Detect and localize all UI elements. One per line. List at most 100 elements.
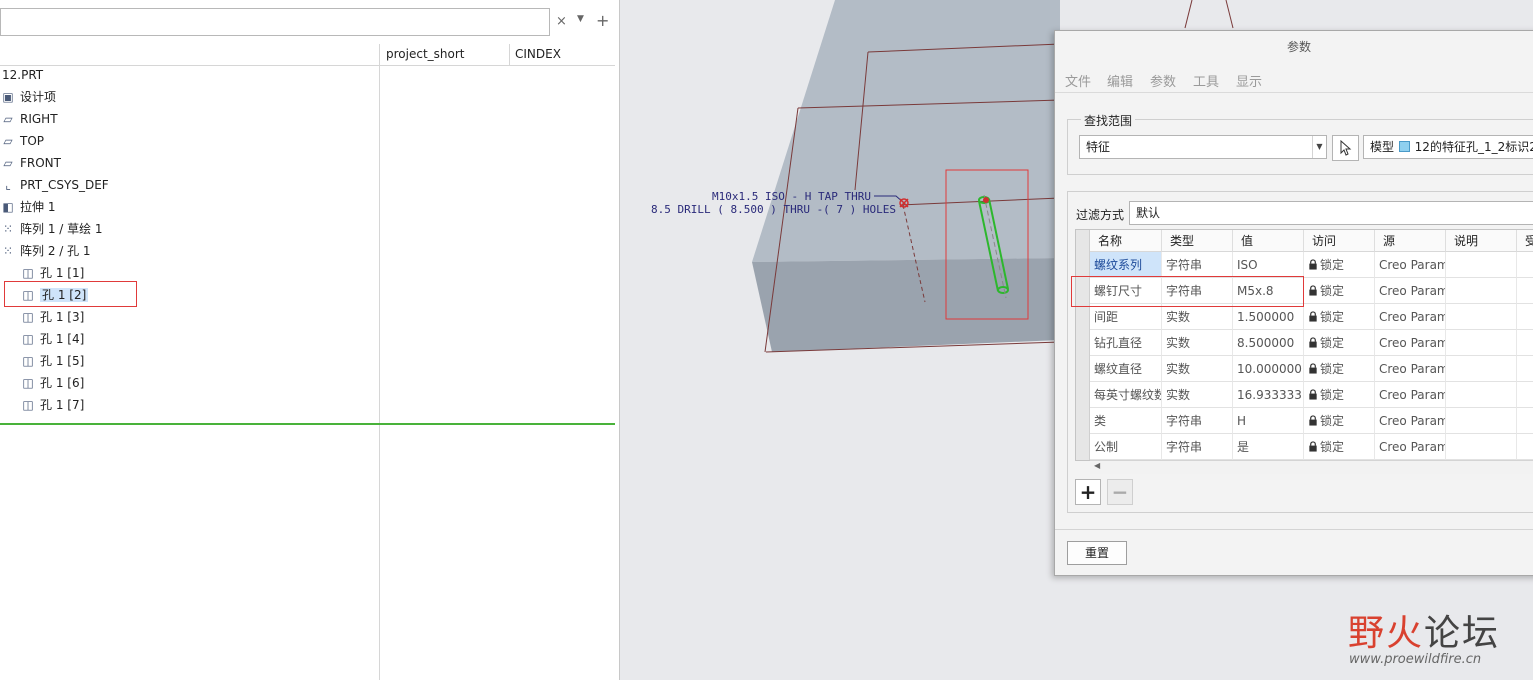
table-cell-source[interactable]: Creo Parameter [1375,330,1446,356]
table-cell-access[interactable]: 锁定 [1304,278,1375,304]
table-cell-value[interactable]: H [1233,408,1304,434]
table-cell-value[interactable]: 8.500000 [1233,330,1304,356]
scroll-left-icon[interactable]: ◀ [1094,461,1100,470]
table-cell-extra[interactable] [1517,434,1533,460]
tree-item[interactable]: ▱ TOP [0,130,44,152]
table-header[interactable]: 名称 [1090,230,1162,252]
dialog-title[interactable]: 参数 [1055,31,1533,63]
table-cell-name[interactable]: 公制 [1090,434,1162,460]
remove-parameter-button[interactable]: − [1107,479,1133,505]
table-header[interactable]: 类型 [1162,230,1233,252]
table-cell-type[interactable]: 实数 [1162,356,1233,382]
column-divider[interactable] [379,44,380,680]
table-cell-access[interactable]: 锁定 [1304,382,1375,408]
table-cell-value[interactable]: 10.000000 [1233,356,1304,382]
table-header[interactable]: 源 [1375,230,1446,252]
table-cell-name[interactable]: 钻孔直径 [1090,330,1162,356]
tree-item[interactable]: ◫ 孔 1 [7] [20,394,84,416]
table-cell-extra[interactable] [1517,278,1533,304]
tree-item[interactable]: ◫ 孔 1 [6] [20,372,84,394]
column-header-cindex[interactable]: CINDEX [515,47,561,61]
table-cell-value[interactable]: 1.500000 [1233,304,1304,330]
table-cell-value[interactable]: 16.933333 [1233,382,1304,408]
tree-item[interactable]: ◧ 拉伸 1 [0,196,55,218]
table-cell-desc[interactable] [1446,408,1517,434]
tree-item[interactable]: ▱ RIGHT [0,108,57,130]
table-cell-source[interactable]: Creo Parameter [1375,408,1446,434]
clear-search-icon[interactable]: × [556,14,567,29]
tree-search-input[interactable] [0,8,550,36]
table-cell-access[interactable]: 锁定 [1304,304,1375,330]
tree-item[interactable]: ◫ 孔 1 [4] [20,328,84,350]
table-cell-desc[interactable] [1446,356,1517,382]
table-header[interactable]: 说明 [1446,230,1517,252]
table-cell-desc[interactable] [1446,252,1517,278]
hole-note-line2[interactable]: 8.5 DRILL ( 8.500 ) THRU -( 7 ) HOLES [651,203,896,216]
table-cell-value[interactable]: 是 [1233,434,1304,460]
table-cell-source[interactable]: Creo Parameter [1375,252,1446,278]
table-cell-access[interactable]: 锁定 [1304,330,1375,356]
table-cell-name[interactable]: 螺纹直径 [1090,356,1162,382]
horizontal-scrollbar[interactable]: ◀ [1090,460,1533,474]
add-column-icon[interactable]: + [596,11,609,30]
add-parameter-button[interactable]: + [1075,479,1101,505]
table-cell-extra[interactable] [1517,382,1533,408]
table-cell-value[interactable]: ISO [1233,252,1304,278]
model-item-field[interactable]: 模型 12的特征孔_1_2标识20 [1363,135,1533,159]
select-feature-button[interactable] [1332,135,1359,161]
table-cell-name[interactable]: 间距 [1090,304,1162,330]
table-header[interactable]: 受 [1517,230,1533,252]
tree-item[interactable]: ⁙ 阵列 2 / 孔 1 [0,240,91,262]
table-cell-desc[interactable] [1446,278,1517,304]
table-cell-source[interactable]: Creo Parameter [1375,382,1446,408]
chevron-down-icon[interactable]: ▼ [577,14,584,24]
table-cell-extra[interactable] [1517,252,1533,278]
table-header[interactable]: 值 [1233,230,1304,252]
tree-item[interactable]: ▣ 设计项 [0,86,56,108]
reset-button[interactable]: 重置 [1067,541,1127,565]
table-cell-access[interactable]: 锁定 [1304,356,1375,382]
table-cell-access[interactable]: 锁定 [1304,408,1375,434]
menu-tools[interactable]: 工具 [1193,71,1219,90]
scope-select[interactable]: 特征 ▼ [1079,135,1327,159]
menu-file[interactable]: 文件 [1065,71,1091,90]
tree-item[interactable]: ▱ FRONT [0,152,61,174]
table-cell-source[interactable]: Creo Parameter [1375,278,1446,304]
table-cell-type[interactable]: 实数 [1162,304,1233,330]
table-header[interactable]: 访问 [1304,230,1375,252]
tree-item[interactable]: ⁙ 阵列 1 / 草绘 1 [0,218,103,240]
menu-edit[interactable]: 编辑 [1107,71,1133,90]
table-cell-extra[interactable] [1517,304,1533,330]
insert-here-marker[interactable] [0,423,615,425]
tree-item[interactable]: ⌞ PRT_CSYS_DEF [0,174,109,196]
tree-root-item[interactable]: 12.PRT [2,64,43,86]
table-cell-desc[interactable] [1446,382,1517,408]
table-cell-desc[interactable] [1446,304,1517,330]
table-cell-name[interactable]: 类 [1090,408,1162,434]
table-cell-type[interactable]: 字符串 [1162,434,1233,460]
tree-item[interactable]: ◫ 孔 1 [5] [20,350,84,372]
table-cell-source[interactable]: Creo Parameter [1375,304,1446,330]
table-cell-source[interactable]: Creo Parameter [1375,356,1446,382]
table-cell-name[interactable]: 每英寸螺纹数 [1090,382,1162,408]
table-cell-type[interactable]: 实数 [1162,330,1233,356]
column-divider[interactable] [509,44,510,66]
table-cell-type[interactable]: 实数 [1162,382,1233,408]
tree-item[interactable]: ◫ 孔 1 [3] [20,306,84,328]
table-cell-extra[interactable] [1517,356,1533,382]
table-cell-extra[interactable] [1517,330,1533,356]
table-cell-desc[interactable] [1446,330,1517,356]
table-cell-source[interactable]: Creo Parameter [1375,434,1446,460]
table-cell-access[interactable]: 锁定 [1304,434,1375,460]
menu-display[interactable]: 显示 [1236,71,1262,90]
table-cell-extra[interactable] [1517,408,1533,434]
filter-select[interactable]: 默认 [1129,201,1533,225]
table-cell-name[interactable]: 螺纹系列 [1090,252,1162,278]
menu-parameters[interactable]: 参数 [1150,71,1176,90]
table-cell-type[interactable]: 字符串 [1162,252,1233,278]
column-header-project-short[interactable]: project_short [386,47,465,61]
hole-note-line1[interactable]: M10x1.5 ISO - H TAP THRU [712,190,871,203]
table-cell-desc[interactable] [1446,434,1517,460]
table-cell-access[interactable]: 锁定 [1304,252,1375,278]
table-cell-type[interactable]: 字符串 [1162,408,1233,434]
